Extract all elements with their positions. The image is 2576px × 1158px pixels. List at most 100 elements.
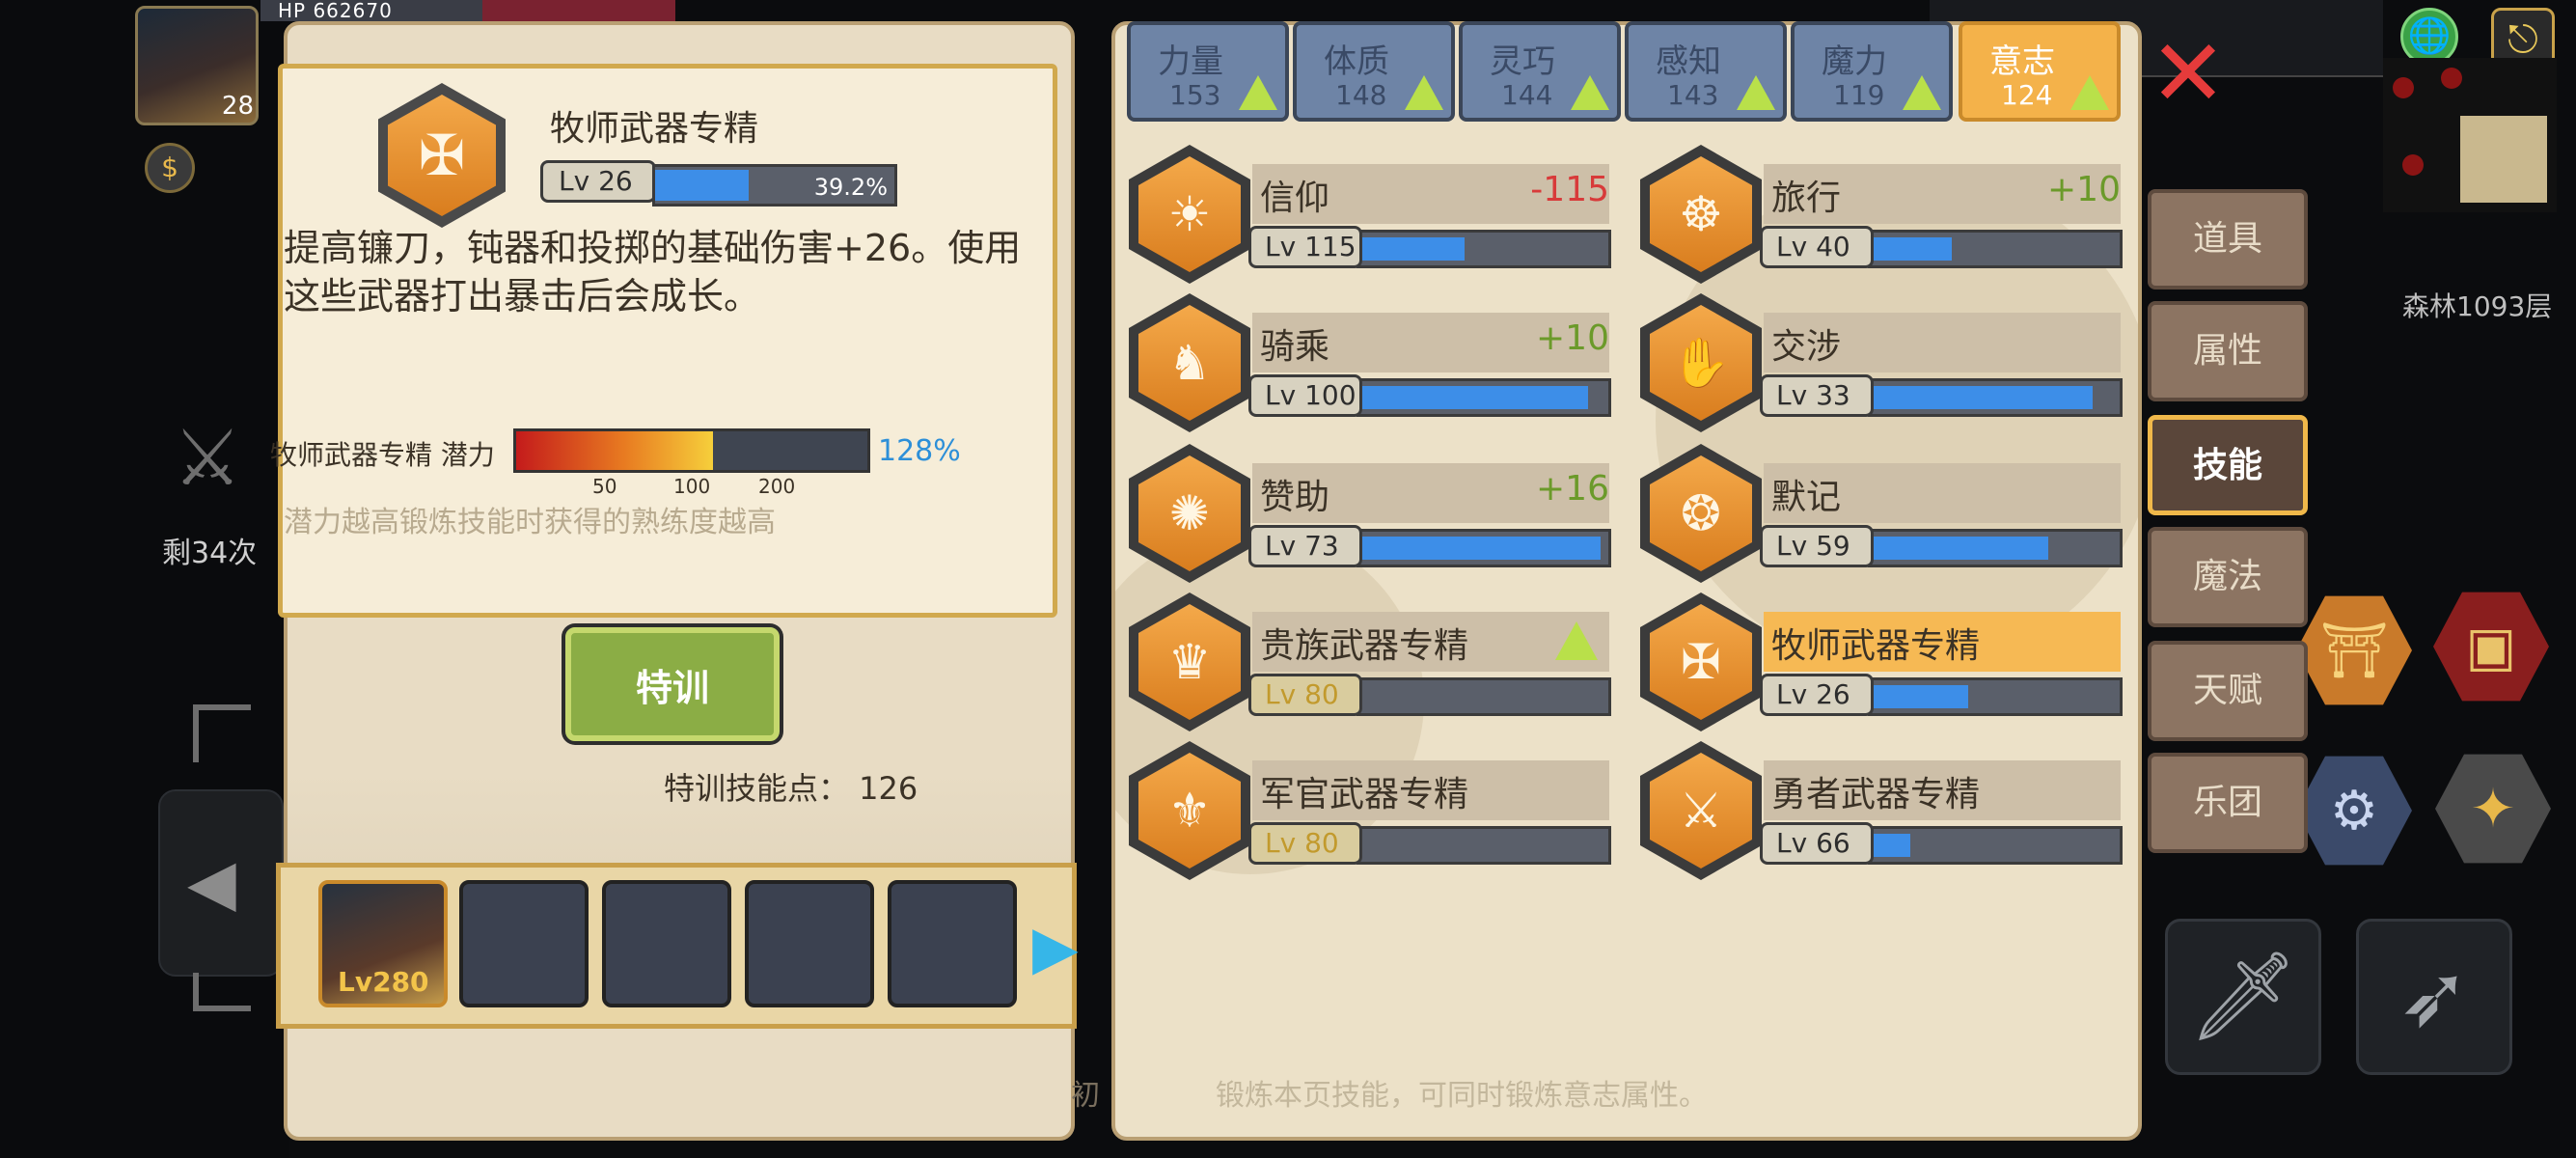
skill-level: Lv 80 [1248,674,1362,716]
treasure-chest-icon[interactable]: ▣ [2433,592,2549,702]
skill-xp-fill [1874,386,2093,409]
gate-skill-icon[interactable]: ⛩ [2296,595,2412,705]
skill-xp-bar [1357,826,1611,865]
attribute-value: 148 [1335,79,1387,111]
skill-name: 勇者武器专精 [1771,775,1981,814]
gear-skill-icon[interactable]: ⚙ [2296,756,2412,866]
skill-xp-fill [1874,685,1968,708]
skill-row[interactable]: ✋ 交涉 Lv 33 [1640,293,2151,438]
dpad-down-corner-icon[interactable] [193,973,251,1011]
skill-row[interactable]: ⚜ 军官武器专精 Lv 80 [1129,741,1640,886]
potential-tick: 50 [592,475,617,498]
sword-weapon-icon[interactable]: 🗡 [2165,919,2321,1075]
skill-bonus: -115 [1530,170,1609,209]
skill-row[interactable]: ✺ 赞助 +16 Lv 73 [1129,444,1640,589]
hp-readout: HP 662670 [260,0,482,21]
attribute-tab-3[interactable]: 感知 143 [1625,21,1787,122]
party-slot-empty[interactable] [602,880,731,1007]
skill-name: 贵族武器专精 [1260,626,1469,666]
skill-row[interactable]: ⚔ 勇者武器专精 Lv 66 [1640,741,2151,886]
globe-icon[interactable]: 🌐 [2400,8,2458,66]
skill-name: 牧师武器专精 [1771,626,1981,666]
skill-bonus: +10 [1536,318,1609,358]
bow-weapon-icon[interactable]: ➶ [2356,919,2512,1075]
skill-row[interactable]: ♞ 骑乘 +10 Lv 100 [1129,293,1640,438]
left-arrow-icon: ◀ [187,845,236,920]
dpad-up-corner-icon[interactable] [193,704,251,762]
remaining-count: 剩34次 [162,537,258,570]
minimap[interactable] [2383,58,2557,212]
level-up-arrow-icon [1239,75,1277,110]
skill-level: Lv 59 [1760,525,1874,567]
attribute-name: 体质 [1324,42,1389,81]
skill-xp-fill [1362,537,1601,560]
skill-level: Lv 100 [1248,374,1362,417]
skill-row[interactable]: ☸ 旅行 +10 Lv 40 [1640,145,2151,290]
attribute-tab-0[interactable]: 力量 153 [1127,21,1289,122]
attribute-value: 153 [1169,79,1221,111]
party-slot-empty[interactable] [459,880,589,1007]
side-menu-item-4[interactable]: 天赋 [2148,641,2308,741]
attribute-value: 144 [1501,79,1553,111]
skill-xp-fill [1874,834,1910,857]
potential-tick: 100 [673,475,711,498]
skill-description: 提高镰刀，钝器和投掷的基础伤害+26。使用这些武器打出暴击后会成长。 [284,227,1022,317]
skill-xp-fill [1874,537,2048,560]
minimap-marker [2393,77,2414,98]
area-label: 森林1093层 [2402,290,2553,322]
skill-name: 默记 [1771,478,1842,517]
level-up-arrow-icon [1737,75,1775,110]
potential-percent: 128% [878,434,961,468]
attribute-value: 143 [1667,79,1719,111]
skill-detail-xp-percent: 39.2% [813,174,888,201]
close-icon[interactable]: ✕ [2148,27,2229,120]
side-menu-item-0[interactable]: 道具 [2148,189,2308,290]
side-menu-item-2[interactable]: 技能 [2148,415,2308,515]
attribute-tab-4[interactable]: 魔力 119 [1791,21,1953,122]
skill-row[interactable]: ☀ 信仰 -115 Lv 115 [1129,145,1640,290]
side-menu-item-3[interactable]: 魔法 [2148,527,2308,627]
level-up-arrow-icon [1555,621,1598,660]
background-text: 初 [1071,1079,1100,1113]
special-training-button[interactable]: 特训 [565,627,780,741]
level-up-arrow-icon [1405,75,1443,110]
skill-row[interactable]: ♛ 贵族武器专精 Lv 80 [1129,593,1640,737]
crossed-swords-icon[interactable]: ⚔ [164,415,251,502]
shuriken-skill-icon[interactable]: ✦ [2435,754,2551,864]
skill-name: 赞助 [1260,478,1330,517]
minimap-marker [2402,154,2424,176]
minimap-marker [2441,68,2462,89]
party-hero-level: Lv280 [338,966,429,998]
training-points: 特训技能点： 126 [664,770,918,807]
level-up-arrow-icon [2070,75,2109,110]
skill-row[interactable]: ✠ 牧师武器专精 Lv 26 [1640,593,2151,737]
skill-detail-level: Lv 26 [540,160,656,203]
party-next-arrow-icon[interactable]: ▶ [1032,917,1079,979]
skill-name: 信仰 [1260,179,1330,218]
skill-level: Lv 80 [1248,822,1362,865]
dpad-left-button[interactable]: ◀ [158,789,284,977]
attribute-tab-1[interactable]: 体质 148 [1293,21,1455,122]
attribute-tab-2[interactable]: 灵巧 144 [1459,21,1621,122]
skill-bonus: +10 [2047,170,2121,209]
party-slot-hero[interactable]: Lv280 [318,880,448,1007]
skill-name: 交涉 [1771,327,1842,367]
player-avatar[interactable]: 28 [135,6,259,125]
potential-hint: 潜力越高锻炼技能时获得的熟练度越高 [284,506,776,539]
skill-name: 旅行 [1771,179,1842,218]
game-screen: HP 662670 28 $ ⚔ 剩34次 ◀ 🌐 ⎋ 森林1093层 ⛩ ▣ … [0,0,2576,1158]
party-slot-empty[interactable] [888,880,1017,1007]
attribute-name: 感知 [1656,42,1721,81]
skill-xp-bar [1357,677,1611,716]
potential-fill [516,431,713,470]
skill-row[interactable]: ❂ 默记 Lv 59 [1640,444,2151,589]
attribute-value: 124 [2001,79,2053,111]
skill-bonus: +16 [1536,469,1609,509]
side-menu-item-1[interactable]: 属性 [2148,301,2308,401]
party-slot-empty[interactable] [745,880,874,1007]
gold-coin-icon[interactable]: $ [145,143,195,193]
potential-label: 牧师武器专精 潜力 [270,439,495,471]
player-level: 28 [221,92,254,121]
attribute-tab-5[interactable]: 意志 124 [1959,21,2121,122]
side-menu-item-5[interactable]: 乐团 [2148,753,2308,853]
